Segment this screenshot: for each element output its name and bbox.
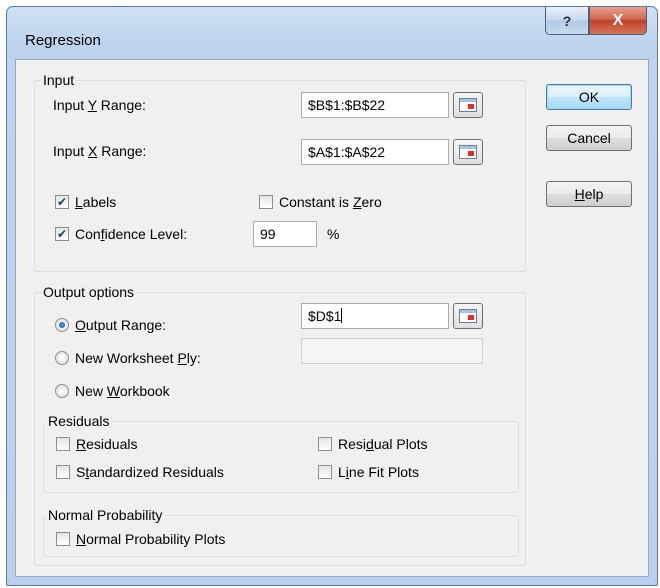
labels-label[interactable]: Labels: [75, 193, 116, 211]
input-group-label: Input: [41, 71, 77, 89]
collapse-dialog-icon: [459, 145, 477, 159]
normal-probability-plots-label[interactable]: Normal Probability Plots: [76, 530, 225, 548]
input-y-range-field[interactable]: $B$1:$B$22: [301, 92, 449, 118]
title-help-button[interactable]: ?: [545, 7, 589, 35]
input-x-range-label: Input X Range:: [53, 143, 147, 159]
new-worksheet-ply-radio[interactable]: [55, 351, 69, 365]
dialog-body: Input Input Y Range: $B$1:$B$22 Input X …: [15, 59, 649, 577]
residuals-group: Residuals Residuals Standardized Residua…: [43, 412, 519, 493]
standardized-residuals-checkbox[interactable]: [56, 465, 70, 479]
new-worksheet-ply-field[interactable]: [301, 338, 483, 364]
normal-probability-plots-checkbox[interactable]: [56, 532, 70, 546]
standardized-residuals-label[interactable]: Standardized Residuals: [76, 463, 224, 481]
output-range-label[interactable]: Output Range:: [75, 316, 166, 334]
normal-probability-group: Normal Probability Normal Probability Pl…: [43, 506, 519, 557]
input-y-range-label: Input Y Range:: [53, 97, 146, 113]
output-range-radio[interactable]: [55, 318, 69, 332]
line-fit-plots-checkbox[interactable]: [318, 465, 332, 479]
close-button[interactable]: X: [589, 7, 647, 35]
normal-probability-group-label: Normal Probability: [44, 506, 165, 524]
constant-is-zero-label[interactable]: Constant is Zero: [279, 193, 382, 211]
text-caret: [341, 308, 343, 323]
window-title: Regression: [25, 32, 101, 49]
regression-dialog: Regression ? X Input Input Y Range: $B$1…: [6, 6, 658, 586]
output-range-field[interactable]: $D$1: [301, 303, 449, 329]
constant-is-zero-checkbox[interactable]: [259, 195, 273, 209]
new-workbook-radio[interactable]: [55, 384, 69, 398]
input-x-range-selector-button[interactable]: [453, 139, 483, 165]
title-bar[interactable]: Regression ? X: [7, 7, 657, 59]
confidence-level-field[interactable]: 99: [253, 221, 317, 247]
cancel-button[interactable]: Cancel: [546, 125, 632, 151]
new-worksheet-ply-label[interactable]: New Worksheet Ply:: [75, 349, 201, 367]
close-icon: X: [612, 11, 624, 29]
output-options-label: Output options: [41, 283, 137, 301]
residual-plots-checkbox[interactable]: [318, 437, 332, 451]
new-workbook-label[interactable]: New Workbook: [75, 382, 170, 400]
percent-label: %: [327, 226, 340, 242]
output-range-selector-button[interactable]: [453, 303, 483, 329]
input-y-range-selector-button[interactable]: [453, 92, 483, 118]
residuals-checkbox[interactable]: [56, 437, 70, 451]
confidence-level-label[interactable]: Confidence Level:: [75, 225, 187, 243]
collapse-dialog-icon: [459, 98, 477, 112]
help-button[interactable]: Help: [546, 181, 632, 207]
residuals-label[interactable]: Residuals: [76, 435, 138, 453]
labels-checkbox[interactable]: ✔: [55, 195, 69, 209]
ok-button[interactable]: OK: [546, 84, 632, 110]
residual-plots-label[interactable]: Residual Plots: [338, 435, 428, 453]
line-fit-plots-label[interactable]: Line Fit Plots: [338, 463, 419, 481]
input-x-range-field[interactable]: $A$1:$A$22: [301, 139, 449, 165]
input-group: Input Input Y Range: $B$1:$B$22 Input X …: [34, 71, 526, 272]
residuals-group-label: Residuals: [44, 412, 112, 430]
output-options-group: Output options Output Range: $D$1 New Wo…: [34, 283, 526, 566]
collapse-dialog-icon: [459, 309, 477, 323]
confidence-level-checkbox[interactable]: ✔: [55, 227, 69, 241]
question-mark-icon: ?: [562, 12, 572, 29]
